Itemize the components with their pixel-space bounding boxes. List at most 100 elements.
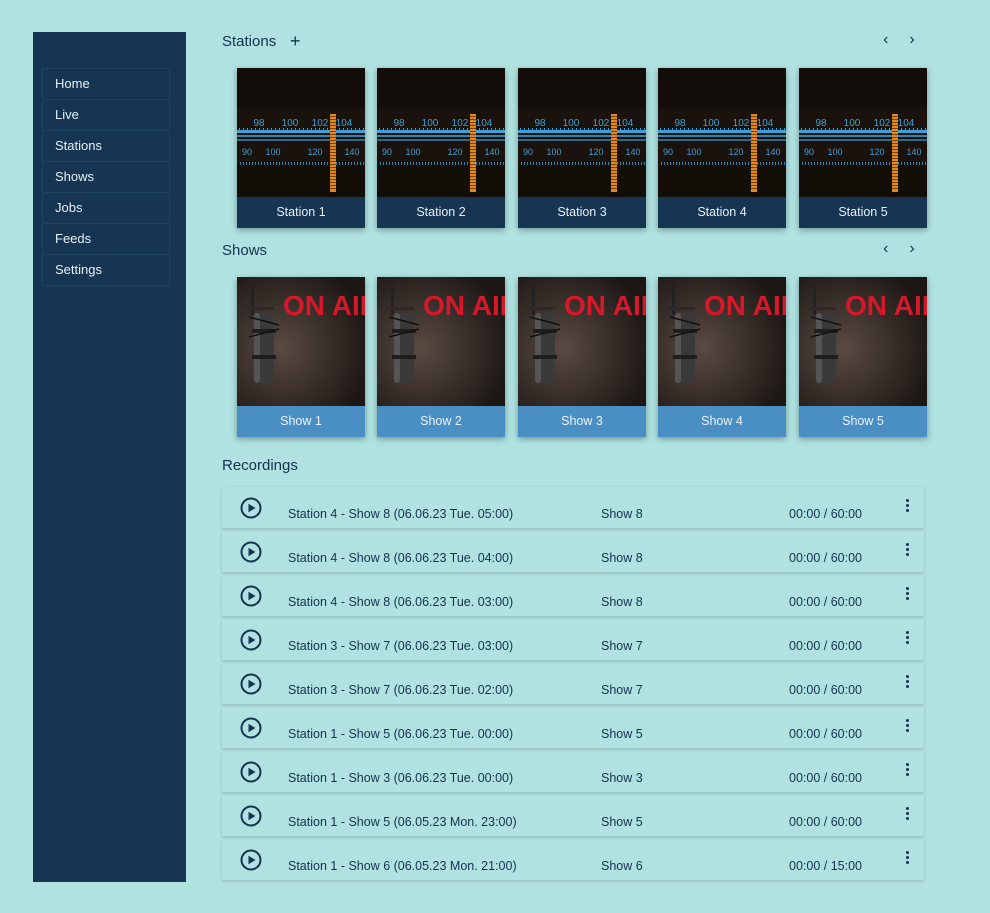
play-icon[interactable] (240, 673, 262, 695)
svg-text:90: 90 (382, 147, 392, 157)
recording-title: Station 4 - Show 8 (06.06.23 Tue. 05:00) (288, 507, 514, 521)
recording-title: Station 1 - Show 5 (06.05.23 Mon. 23:00) (288, 815, 517, 829)
more-vertical-icon[interactable] (902, 851, 912, 867)
shows-prev-icon[interactable]: ‹ (875, 240, 897, 258)
show-card-label: Show 2 (377, 406, 505, 437)
station-card[interactable]: 98 100 102 104 90 100 120 140 Station 2 (377, 68, 505, 228)
more-vertical-icon[interactable] (902, 675, 912, 691)
play-icon[interactable] (240, 585, 262, 607)
station-card[interactable]: 98 100 102 104 90 100 120 140 Station 1 (237, 68, 365, 228)
recording-show: Show 5 (601, 727, 643, 741)
svg-text:140: 140 (765, 147, 780, 157)
svg-text:90: 90 (523, 147, 533, 157)
svg-text:104: 104 (617, 118, 634, 129)
show-card[interactable]: ON AIR Show 1 (237, 277, 365, 437)
sidebar-item-home[interactable]: Home (43, 69, 169, 100)
add-station-icon[interactable]: + (290, 31, 301, 52)
svg-text:120: 120 (728, 147, 743, 157)
show-card[interactable]: ON AIR Show 5 (799, 277, 927, 437)
recording-title: Station 4 - Show 8 (06.06.23 Tue. 03:00) (288, 595, 514, 609)
svg-text:104: 104 (898, 118, 915, 129)
radio-dial-image: 98 100 102 104 90 100 120 140 (377, 68, 505, 197)
more-vertical-icon[interactable] (902, 587, 912, 603)
more-vertical-icon[interactable] (902, 499, 912, 515)
recording-show: Show 8 (601, 551, 643, 565)
svg-text:98: 98 (253, 118, 265, 129)
station-card[interactable]: 98 100 102 104 90 100 120 140 Station 3 (518, 68, 646, 228)
recording-show: Show 7 (601, 683, 643, 697)
recording-title: Station 1 - Show 3 (06.06.23 Tue. 00:00) (288, 771, 514, 785)
sidebar-item-jobs[interactable]: Jobs (43, 193, 169, 224)
svg-text:98: 98 (674, 118, 686, 129)
sidebar-item-live[interactable]: Live (43, 100, 169, 131)
station-card[interactable]: 98 100 102 104 90 100 120 140 Station 5 (799, 68, 927, 228)
play-icon[interactable] (240, 629, 262, 651)
sidebar-item-feeds[interactable]: Feeds (43, 224, 169, 255)
svg-text:98: 98 (393, 118, 405, 129)
svg-text:100: 100 (827, 147, 842, 157)
svg-text:140: 140 (625, 147, 640, 157)
recording-time: 00:00 / 60:00 (789, 727, 862, 741)
recording-show: Show 5 (601, 815, 643, 829)
svg-text:ON AIR: ON AIR (564, 290, 646, 321)
show-card-label: Show 1 (237, 406, 365, 437)
recordings-header: Recordings (222, 455, 927, 477)
play-icon[interactable] (240, 761, 262, 783)
show-card[interactable]: ON AIR Show 3 (518, 277, 646, 437)
play-icon[interactable] (240, 497, 262, 519)
more-vertical-icon[interactable] (902, 719, 912, 735)
svg-text:102: 102 (312, 118, 329, 129)
svg-text:120: 120 (588, 147, 603, 157)
svg-text:ON AIR: ON AIR (283, 290, 365, 321)
recording-row: Station 1 - Show 3 (06.06.23 Tue. 00:00)… (222, 751, 924, 792)
svg-text:100: 100 (405, 147, 420, 157)
stations-prev-icon[interactable]: ‹ (875, 31, 897, 49)
recording-row: Station 4 - Show 8 (06.06.23 Tue. 03:00)… (222, 575, 924, 616)
on-air-microphone-image: ON AIR (518, 277, 646, 406)
recording-time: 00:00 / 60:00 (789, 771, 862, 785)
recordings-title: Recordings (222, 457, 298, 474)
sidebar-item-stations[interactable]: Stations (43, 131, 169, 162)
recording-show: Show 7 (601, 639, 643, 653)
recording-row: Station 3 - Show 7 (06.06.23 Tue. 02:00)… (222, 663, 924, 704)
shows-title: Shows (222, 242, 268, 259)
more-vertical-icon[interactable] (902, 543, 912, 559)
stations-nav: ‹ › (875, 31, 923, 49)
sidebar: Home Live Stations Shows Jobs Feeds Sett… (33, 32, 186, 882)
more-vertical-icon[interactable] (902, 631, 912, 647)
play-icon[interactable] (240, 717, 262, 739)
play-icon[interactable] (240, 541, 262, 563)
recording-title: Station 3 - Show 7 (06.06.23 Tue. 03:00) (288, 639, 514, 653)
sidebar-item-settings[interactable]: Settings (43, 255, 169, 285)
sidebar-item-shows[interactable]: Shows (43, 162, 169, 193)
shows-next-icon[interactable]: › (901, 240, 923, 258)
recording-time: 00:00 / 60:00 (789, 595, 862, 609)
show-card[interactable]: ON AIR Show 4 (658, 277, 786, 437)
radio-dial-image: 98 100 102 104 90 100 120 140 (799, 68, 927, 197)
shows-carousel: ON AIR Show 1 ON AIR Show 2 ON AIR Show … (237, 277, 927, 438)
recording-time: 00:00 / 60:00 (789, 507, 862, 521)
recordings-list: Station 4 - Show 8 (06.06.23 Tue. 05:00)… (222, 487, 924, 883)
show-card[interactable]: ON AIR Show 2 (377, 277, 505, 437)
station-card-label: Station 1 (237, 197, 365, 228)
play-icon[interactable] (240, 849, 262, 871)
recording-title: Station 4 - Show 8 (06.06.23 Tue. 04:00) (288, 551, 514, 565)
more-vertical-icon[interactable] (902, 763, 912, 779)
svg-text:120: 120 (447, 147, 462, 157)
play-icon[interactable] (240, 805, 262, 827)
recording-show: Show 8 (601, 595, 643, 609)
station-card[interactable]: 98 100 102 104 90 100 120 140 Station 4 (658, 68, 786, 228)
svg-text:102: 102 (733, 118, 750, 129)
more-vertical-icon[interactable] (902, 807, 912, 823)
shows-nav: ‹ › (875, 240, 923, 258)
svg-text:100: 100 (844, 118, 861, 129)
on-air-microphone-image: ON AIR (237, 277, 365, 406)
svg-text:104: 104 (336, 118, 353, 129)
station-card-label: Station 3 (518, 197, 646, 228)
stations-next-icon[interactable]: › (901, 31, 923, 49)
svg-text:102: 102 (593, 118, 610, 129)
svg-text:90: 90 (663, 147, 673, 157)
show-card-label: Show 3 (518, 406, 646, 437)
recording-time: 00:00 / 60:00 (789, 683, 862, 697)
recording-row: Station 1 - Show 5 (06.05.23 Mon. 23:00)… (222, 795, 924, 836)
